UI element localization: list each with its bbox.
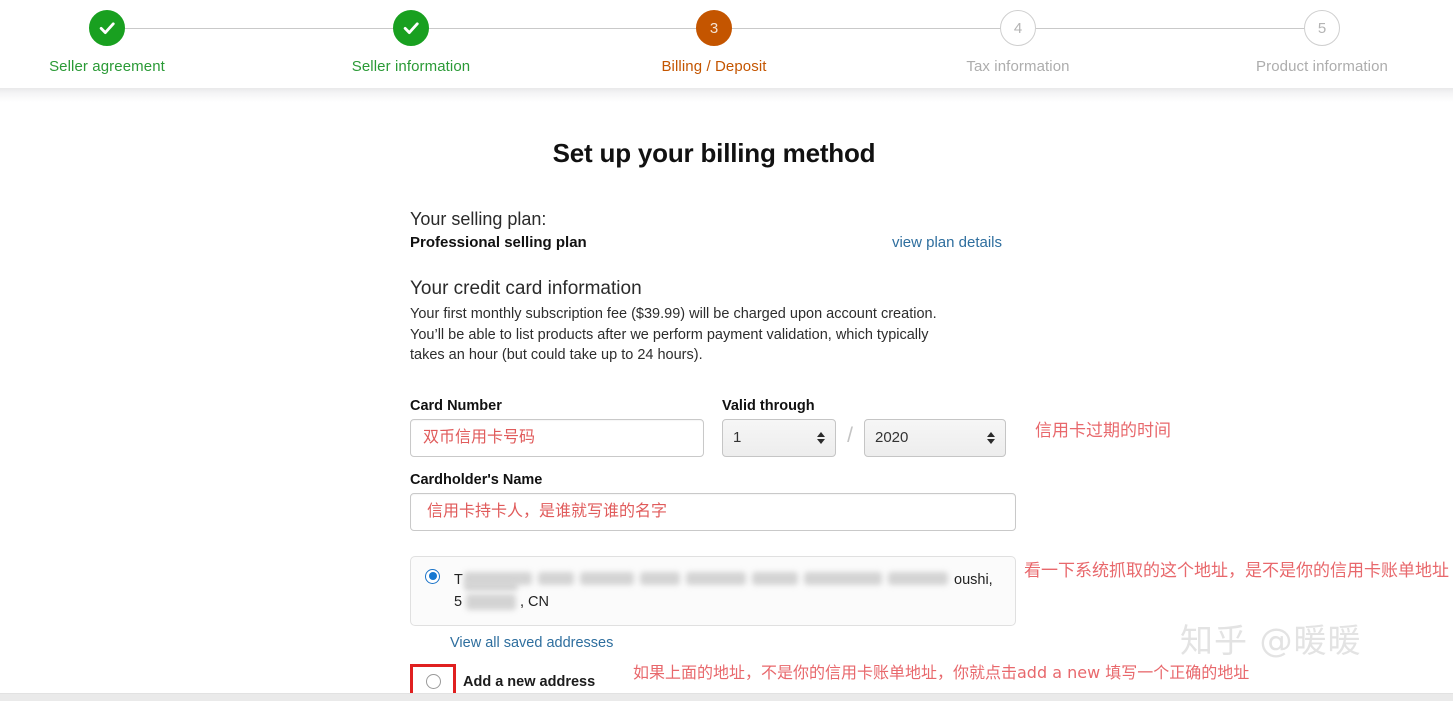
billing-form: Your selling plan: Professional selling … (410, 206, 1018, 700)
step-1-circle (89, 10, 125, 46)
address-line1-prefix: T (454, 571, 463, 588)
credit-card-description-line1: Your first monthly subscription fee ($39… (410, 306, 937, 322)
chevron-updown-icon (987, 431, 995, 444)
saved-address-line-1: T oushi, (454, 569, 1001, 591)
selling-plan-label: Your selling plan: (410, 209, 547, 229)
address-line2-suffix: , CN (520, 593, 549, 610)
step-3-circle: 3 (696, 10, 732, 46)
cardholder-name-label: Cardholder's Name (410, 471, 543, 488)
step-4-label: Tax information (966, 58, 1070, 75)
saved-address-text: T oushi, 5 , CN (454, 569, 1001, 613)
saved-address-radio[interactable] (425, 568, 440, 584)
billing-setup-page: Seller agreement Seller information 3 Bi… (0, 0, 1453, 701)
stepper-connector-2-3 (411, 28, 714, 29)
card-number-input[interactable]: 双币信用卡号码 (410, 418, 704, 457)
credit-card-description: Your first monthly subscription fee ($39… (410, 304, 1010, 366)
stepper-connector-3-4 (714, 28, 1018, 29)
redacted-block (888, 571, 948, 585)
expiry-month-select[interactable]: 1 (722, 418, 836, 457)
add-new-address-label: Add a new address (463, 673, 596, 690)
expiry-separator: / (847, 423, 853, 447)
redacted-block (580, 571, 634, 585)
annotation-add-new-address: 如果上面的地址，不是你的信用卡账单地址，你就点击add a new 填写一个正确… (633, 663, 1250, 682)
stepper-connector-4-5 (1018, 28, 1322, 29)
stepper-step-billing-deposit[interactable]: 3 Billing / Deposit (594, 10, 834, 75)
step-1-label: Seller agreement (49, 58, 165, 75)
credit-card-description-line3: takes an hour (but could take up to 24 h… (410, 347, 703, 363)
step-2-label: Seller information (351, 58, 471, 75)
stepper-step-product-information[interactable]: 5 Product information (1202, 10, 1442, 75)
address-line2-prefix: 5 (454, 593, 463, 610)
cardholder-name-input[interactable]: 信用卡持卡人，是谁就写谁的名字 (410, 492, 1016, 531)
stepper-step-tax-information[interactable]: 4 Tax information (898, 10, 1138, 75)
card-number-block: Card Number 双币信用卡号码 (410, 398, 704, 457)
credit-card-description-line2: You’ll be able to list products after we… (410, 326, 929, 343)
page-title: Set up your billing method (552, 138, 876, 168)
valid-through-label: Valid through (722, 397, 815, 414)
credit-card-section-heading: Your credit card information (410, 278, 642, 299)
stepper-step-seller-information[interactable]: Seller information (291, 10, 531, 75)
redacted-block (538, 571, 574, 585)
view-all-saved-addresses-link[interactable]: View all saved addresses (450, 635, 613, 651)
valid-through-block: Valid through 1 / 2020 (722, 398, 1006, 457)
check-icon (99, 22, 115, 34)
annotation-address: 看一下系统抓取的这个地址，是不是你的信用卡账单地址 (1024, 561, 1449, 581)
step-3-label: Billing / Deposit (661, 58, 767, 75)
watermark: 知乎 @暖暖 (1180, 621, 1362, 660)
annotation-expiry: 信用卡过期的时间 (1035, 421, 1171, 441)
cardholder-block: Cardholder's Name 信用卡持卡人，是谁就写谁的名字 (410, 472, 1018, 531)
card-number-label: Card Number (410, 397, 502, 414)
address-line1-suffix: oushi, (954, 571, 993, 588)
selling-plan-value: Professional selling plan (410, 234, 587, 251)
page-bottom-band (0, 693, 1453, 701)
expiry-year-value: 2020 (875, 429, 909, 446)
redacted-block (464, 581, 518, 591)
expiry-selects: 1 / 2020 (722, 418, 1006, 457)
saved-address-line-2: 5 , CN (454, 591, 1001, 613)
progress-stepper: Seller agreement Seller information 3 Bi… (0, 0, 1453, 88)
saved-address-row: T oushi, 5 , CN (425, 568, 1001, 613)
step-4-circle: 4 (1000, 10, 1036, 46)
step-2-circle (393, 10, 429, 46)
stepper-step-seller-agreement[interactable]: Seller agreement (0, 10, 227, 75)
check-icon (403, 22, 419, 34)
step-5-circle: 5 (1304, 10, 1340, 46)
header-divider-shadow (0, 88, 1453, 102)
redacted-block (804, 571, 882, 585)
expiry-month-value: 1 (733, 429, 742, 446)
stepper-connector-1-2 (107, 28, 411, 29)
chevron-updown-icon (817, 431, 825, 444)
redacted-block (466, 593, 516, 610)
card-number-and-expiry-row: Card Number 双币信用卡号码 Valid through 1 / 20… (410, 398, 1018, 460)
selling-plan-row: Professional selling plan view plan deta… (410, 234, 1018, 258)
expiry-year-select[interactable]: 2020 (864, 418, 1006, 457)
redacted-block (686, 571, 746, 585)
step-5-label: Product information (1256, 58, 1388, 75)
saved-address-card[interactable]: T oushi, 5 , CN (410, 555, 1016, 626)
add-new-address-radio[interactable] (425, 674, 441, 689)
redacted-block (752, 571, 798, 585)
redacted-block (640, 571, 680, 585)
view-plan-details-link[interactable]: view plan details (892, 234, 1002, 251)
